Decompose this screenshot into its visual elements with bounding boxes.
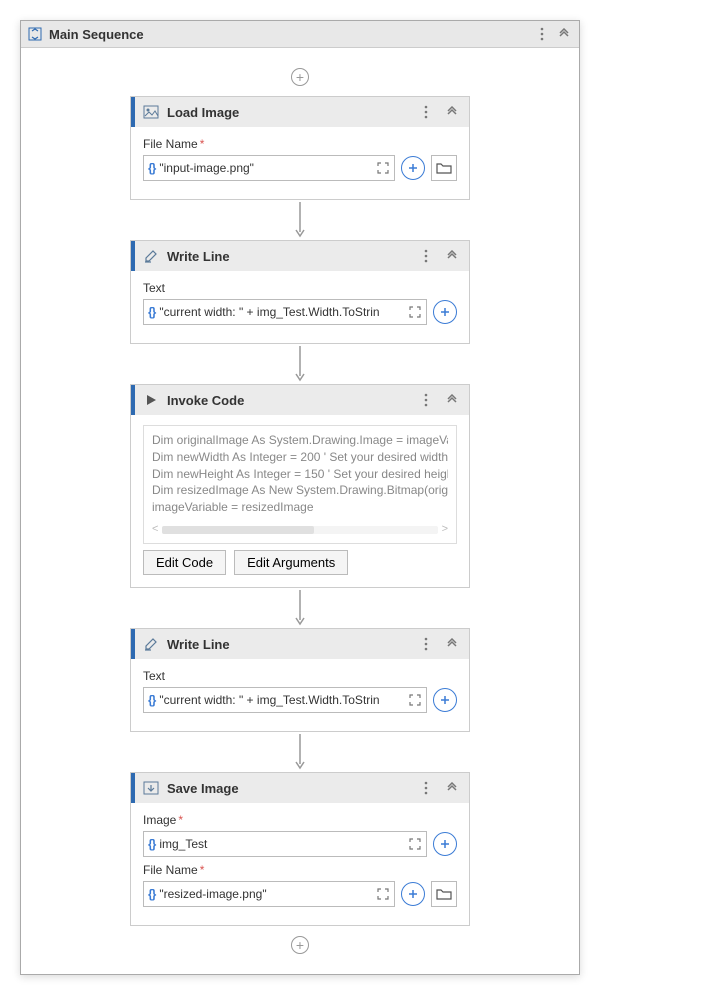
code-line: Dim originalImage As System.Drawing.Imag… — [152, 432, 448, 449]
connector — [290, 588, 310, 628]
text-value: "current width: " + img_Test.Width.ToStr… — [159, 693, 404, 707]
expand-icon[interactable] — [376, 161, 390, 175]
activity-body: Text {} "current width: " + img_Test.Wid… — [131, 659, 469, 731]
image-icon — [143, 104, 159, 120]
add-expression-button[interactable] — [433, 832, 457, 856]
connector — [290, 732, 310, 772]
activity-title: Write Line — [167, 637, 409, 652]
image-value: img_Test — [159, 837, 404, 851]
expand-icon[interactable] — [376, 887, 390, 901]
save-image-icon — [143, 780, 159, 796]
save-image-activity[interactable]: Save Image Image* {} img_Test — [130, 772, 470, 926]
add-activity-bottom-button[interactable]: + — [291, 936, 309, 954]
add-expression-button[interactable] — [433, 688, 457, 712]
activity-header[interactable]: Invoke Code — [131, 385, 469, 415]
activity-body: File Name* {} "input-image.png" — [131, 127, 469, 199]
sequence-title: Main Sequence — [49, 27, 527, 42]
play-icon — [143, 392, 159, 408]
activity-header[interactable]: Write Line — [131, 629, 469, 659]
activity-header[interactable]: Save Image — [131, 773, 469, 803]
expression-icon: {} — [148, 161, 155, 175]
activity-title: Save Image — [167, 781, 409, 796]
activity-body: Text {} "current width: " + img_Test.Wid… — [131, 271, 469, 343]
activity-header[interactable]: Load Image — [131, 97, 469, 127]
file-name-label: File Name* — [143, 137, 457, 151]
write-line-activity[interactable]: Write Line Text {} "current width: " + i… — [130, 240, 470, 344]
text-label: Text — [143, 669, 457, 683]
invoke-code-activity[interactable]: Invoke Code Dim originalImage As System.… — [130, 384, 470, 588]
sequence-header[interactable]: Main Sequence — [21, 21, 579, 48]
edit-code-button[interactable]: Edit Code — [143, 550, 226, 575]
collapse-icon[interactable] — [443, 247, 461, 265]
connector — [290, 344, 310, 384]
edit-arguments-button[interactable]: Edit Arguments — [234, 550, 348, 575]
image-input[interactable]: {} img_Test — [143, 831, 427, 857]
collapse-icon[interactable] — [443, 391, 461, 409]
file-name-label: File Name* — [143, 863, 457, 877]
expression-icon: {} — [148, 837, 155, 851]
code-preview[interactable]: Dim originalImage As System.Drawing.Imag… — [143, 425, 457, 544]
code-line: imageVariable = resizedImage — [152, 499, 448, 516]
expand-icon[interactable] — [408, 305, 422, 319]
expand-icon[interactable] — [408, 693, 422, 707]
more-icon[interactable] — [417, 247, 435, 265]
pencil-icon — [143, 636, 159, 652]
expand-icon[interactable] — [408, 837, 422, 851]
collapse-icon[interactable] — [443, 635, 461, 653]
file-name-value: "input-image.png" — [159, 161, 372, 175]
add-expression-button[interactable] — [433, 300, 457, 324]
more-icon[interactable] — [417, 103, 435, 121]
expression-icon: {} — [148, 887, 155, 901]
activity-body: Image* {} img_Test File Name* — [131, 803, 469, 925]
write-line-activity[interactable]: Write Line Text {} "current width: " + i… — [130, 628, 470, 732]
browse-file-button[interactable] — [431, 155, 457, 181]
expression-icon: {} — [148, 693, 155, 707]
sequence-body: + Load Image File Name* {} — [21, 48, 579, 974]
scroll-left-icon[interactable]: < — [152, 522, 158, 537]
text-input[interactable]: {} "current width: " + img_Test.Width.To… — [143, 299, 427, 325]
expression-icon: {} — [148, 305, 155, 319]
code-line: Dim newHeight As Integer = 150 ' Set you… — [152, 466, 448, 483]
image-label: Image* — [143, 813, 457, 827]
more-icon[interactable] — [417, 779, 435, 797]
more-icon[interactable] — [417, 391, 435, 409]
collapse-icon[interactable] — [443, 103, 461, 121]
connector — [290, 200, 310, 240]
pencil-icon — [143, 248, 159, 264]
activity-body: Dim originalImage As System.Drawing.Imag… — [131, 415, 469, 587]
add-expression-button[interactable] — [401, 156, 425, 180]
sequence-icon — [27, 26, 43, 42]
workflow-designer: Main Sequence + Load Image — [20, 20, 580, 975]
collapse-icon[interactable] — [555, 25, 573, 43]
text-label: Text — [143, 281, 457, 295]
text-input[interactable]: {} "current width: " + img_Test.Width.To… — [143, 687, 427, 713]
activity-title: Invoke Code — [167, 393, 409, 408]
activity-header[interactable]: Write Line — [131, 241, 469, 271]
file-name-value: "resized-image.png" — [159, 887, 372, 901]
load-image-activity[interactable]: Load Image File Name* {} "input-image.pn… — [130, 96, 470, 200]
collapse-icon[interactable] — [443, 779, 461, 797]
more-icon[interactable] — [533, 25, 551, 43]
more-icon[interactable] — [417, 635, 435, 653]
code-scrollbar[interactable]: < > — [152, 522, 448, 537]
code-line: Dim newWidth As Integer = 200 ' Set your… — [152, 449, 448, 466]
browse-file-button[interactable] — [431, 881, 457, 907]
scroll-right-icon[interactable]: > — [442, 522, 448, 537]
add-expression-button[interactable] — [401, 882, 425, 906]
file-name-input[interactable]: {} "input-image.png" — [143, 155, 395, 181]
code-line: Dim resizedImage As New System.Drawing.B… — [152, 482, 448, 499]
file-name-input[interactable]: {} "resized-image.png" — [143, 881, 395, 907]
activity-title: Load Image — [167, 105, 409, 120]
activity-title: Write Line — [167, 249, 409, 264]
text-value: "current width: " + img_Test.Width.ToStr… — [159, 305, 404, 319]
add-activity-top-button[interactable]: + — [291, 68, 309, 86]
